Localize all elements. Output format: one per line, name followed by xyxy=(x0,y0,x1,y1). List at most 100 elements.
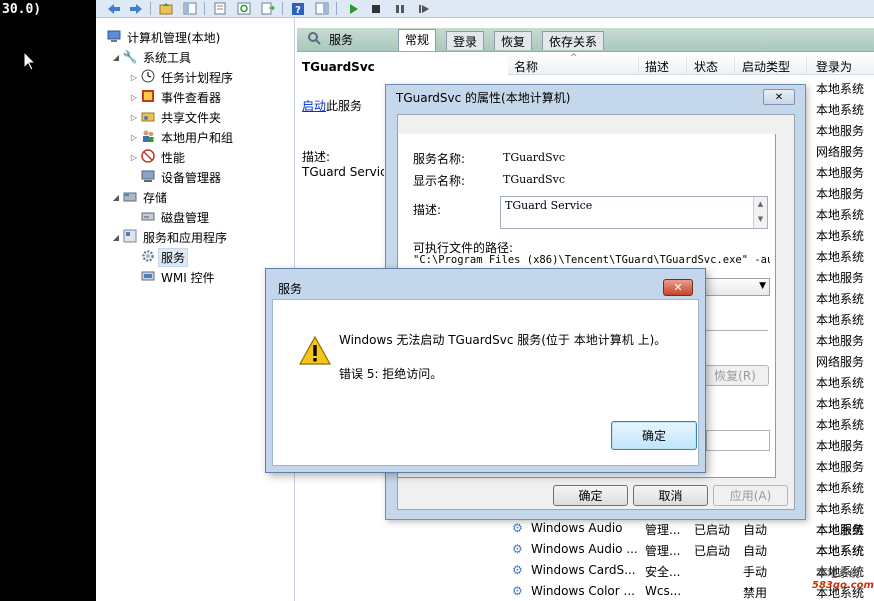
service-gear-icon: ⚙ xyxy=(512,584,523,598)
logon-cell: 本地服务 xyxy=(816,187,865,201)
warning-icon xyxy=(299,336,331,365)
logon-cell: 本地系统 xyxy=(816,544,865,558)
description-textbox[interactable]: TGuard Service ▲ ▼ xyxy=(500,196,768,229)
event-viewer-icon xyxy=(140,89,156,105)
up-folder-icon[interactable] xyxy=(158,1,174,16)
services-apps-icon xyxy=(122,229,138,245)
logon-cell: 本地系统 xyxy=(816,502,865,516)
logon-cell: 网络服务 xyxy=(816,145,865,159)
start-service-icon[interactable] xyxy=(346,1,362,16)
disk-icon xyxy=(140,209,156,225)
tree-item-event-viewer[interactable]: ▷ 事件查看器 xyxy=(128,87,223,107)
collapsed-arrow-icon[interactable]: ▷ xyxy=(128,153,140,162)
start-service-link[interactable]: 启动 xyxy=(302,99,326,113)
logon-cell: 本地服务 xyxy=(816,271,865,285)
search-gear-icon xyxy=(307,31,321,49)
restart-service-icon[interactable] xyxy=(416,1,432,16)
collapsed-arrow-icon[interactable]: ▷ xyxy=(128,133,140,142)
logon-cell: 本地服务 xyxy=(816,124,865,138)
tree-item-wmi[interactable]: WMI 控件 xyxy=(140,267,217,287)
executable-path-value: "C:\Program Files (x86)\Tencent\TGuard\T… xyxy=(413,254,770,266)
collapsed-arrow-icon[interactable]: ▷ xyxy=(128,73,140,82)
services-header-title: 服务 xyxy=(329,33,354,47)
logon-cell: 本地系统 xyxy=(816,208,865,222)
properties-icon[interactable] xyxy=(212,1,228,16)
logon-cell: 本地系统 xyxy=(816,376,865,390)
tools-icon: 🔧 xyxy=(122,50,138,64)
props-apply-button[interactable]: 应用(A) xyxy=(713,485,788,506)
logon-cell: 本地系统 xyxy=(816,523,865,537)
props-ok-button[interactable]: 确定 xyxy=(553,485,628,506)
description-text: TGuard Service xyxy=(302,165,384,179)
tree-item-disk-management[interactable]: 磁盘管理 xyxy=(140,207,211,227)
computer-management-icon xyxy=(106,29,122,45)
description-scrollbar[interactable]: ▲ ▼ xyxy=(753,197,767,228)
help-icon[interactable]: ? xyxy=(290,1,306,16)
logon-cell: 网络服务 xyxy=(816,355,865,369)
tab-recovery[interactable]: 恢复 xyxy=(494,31,533,50)
collapsed-arrow-icon[interactable]: ▷ xyxy=(128,113,140,122)
props-cancel-button[interactable]: 取消 xyxy=(633,485,708,506)
logon-cell: 本地服务 xyxy=(816,166,865,180)
startup-type-dropdown[interactable]: ▼ xyxy=(700,278,770,296)
back-arrow-icon[interactable] xyxy=(106,1,122,16)
expanded-arrow-icon[interactable]: ◢ xyxy=(110,53,122,62)
message-box-ok-button[interactable]: 确定 xyxy=(611,421,697,450)
logon-cell: 本地系统 xyxy=(816,481,865,495)
expanded-arrow-icon[interactable]: ◢ xyxy=(110,233,122,242)
display-name-value: TGuardSvc xyxy=(503,173,565,186)
column-header-logon-as[interactable]: 登录为 xyxy=(816,58,852,75)
error-message-box: 服务 ✕ Windows 无法启动 TGuardSvc 服务(位于 本地计算机 … xyxy=(265,268,706,473)
properties-close-button[interactable]: ✕ xyxy=(763,89,795,105)
shared-folder-icon xyxy=(140,109,156,125)
tree-item-shared-folders[interactable]: ▷ 共享文件夹 xyxy=(128,107,223,127)
tab-dependencies[interactable]: 依存关系 xyxy=(542,31,605,50)
tree-item-device-manager[interactable]: 设备管理器 xyxy=(140,167,223,187)
logon-cell: 本地服务 xyxy=(816,439,865,453)
export-list-icon[interactable] xyxy=(260,1,276,16)
collapsed-arrow-icon[interactable]: ▷ xyxy=(128,93,140,102)
recover-button[interactable]: 恢复(R) xyxy=(701,365,769,386)
message-box-body: Windows 无法启动 TGuardSvc 服务(位于 本地计算机 上)。 错… xyxy=(272,299,699,466)
properties-dialog-title: TGuardSvc 的属性(本地计算机) xyxy=(396,91,571,105)
column-header-description[interactable]: 描述 xyxy=(645,58,669,75)
tree-item-performance[interactable]: ▷ 性能 xyxy=(128,147,187,167)
tree-root[interactable]: 计算机管理(本地) xyxy=(106,27,222,47)
pause-service-icon[interactable] xyxy=(392,1,408,16)
start-parameters-input[interactable] xyxy=(706,430,770,451)
storage-icon xyxy=(122,189,138,205)
service-gear-icon: ⚙ xyxy=(512,521,523,535)
watermark-text: 本地系统 xyxy=(816,567,860,580)
toolbar: ? xyxy=(96,0,874,18)
logon-cell: 本地系统 xyxy=(816,82,865,96)
forward-arrow-icon[interactable] xyxy=(128,1,144,16)
tree-item-local-users[interactable]: ▷ 本地用户和组 xyxy=(128,127,235,147)
expanded-arrow-icon[interactable]: ◢ xyxy=(110,193,122,202)
watermark-logo: 583go.com xyxy=(812,580,874,591)
services-column-headers: 名称 ^ 描述 状态 启动类型 登录为 xyxy=(508,53,874,75)
tree-item-task-scheduler[interactable]: ▷ 任务计划程序 xyxy=(128,67,235,87)
description-label: 描述: xyxy=(302,150,331,164)
svg-text:?: ? xyxy=(295,5,301,16)
services-gear-icon xyxy=(140,249,156,265)
refresh-icon[interactable] xyxy=(236,1,252,16)
column-header-status[interactable]: 状态 xyxy=(694,58,718,75)
performance-icon xyxy=(140,149,156,165)
column-header-startup-type[interactable]: 启动类型 xyxy=(742,58,790,75)
tree-item-storage[interactable]: ◢ 存储 xyxy=(110,187,169,207)
tree-item-system-tools[interactable]: ◢ 🔧 系统工具 xyxy=(110,47,193,67)
selected-service-name: TGuardSvc xyxy=(302,60,375,74)
tab-logon[interactable]: 登录 xyxy=(446,31,485,50)
console-tree-icon[interactable] xyxy=(182,1,198,16)
stop-service-icon[interactable] xyxy=(368,1,384,16)
display-name-label: 显示名称: xyxy=(413,174,466,188)
logon-cell: 本地系统 xyxy=(816,397,865,411)
clock-icon xyxy=(140,69,156,85)
tree-item-services[interactable]: 服务 xyxy=(140,247,189,267)
tree-item-services-apps[interactable]: ◢ 服务和应用程序 xyxy=(110,227,229,247)
show-hide-pane-icon[interactable] xyxy=(314,1,330,16)
column-header-name[interactable]: 名称 xyxy=(514,58,538,75)
users-icon xyxy=(140,129,156,145)
tab-general[interactable]: 常规 xyxy=(398,29,437,51)
message-box-close-button[interactable]: ✕ xyxy=(663,279,693,296)
